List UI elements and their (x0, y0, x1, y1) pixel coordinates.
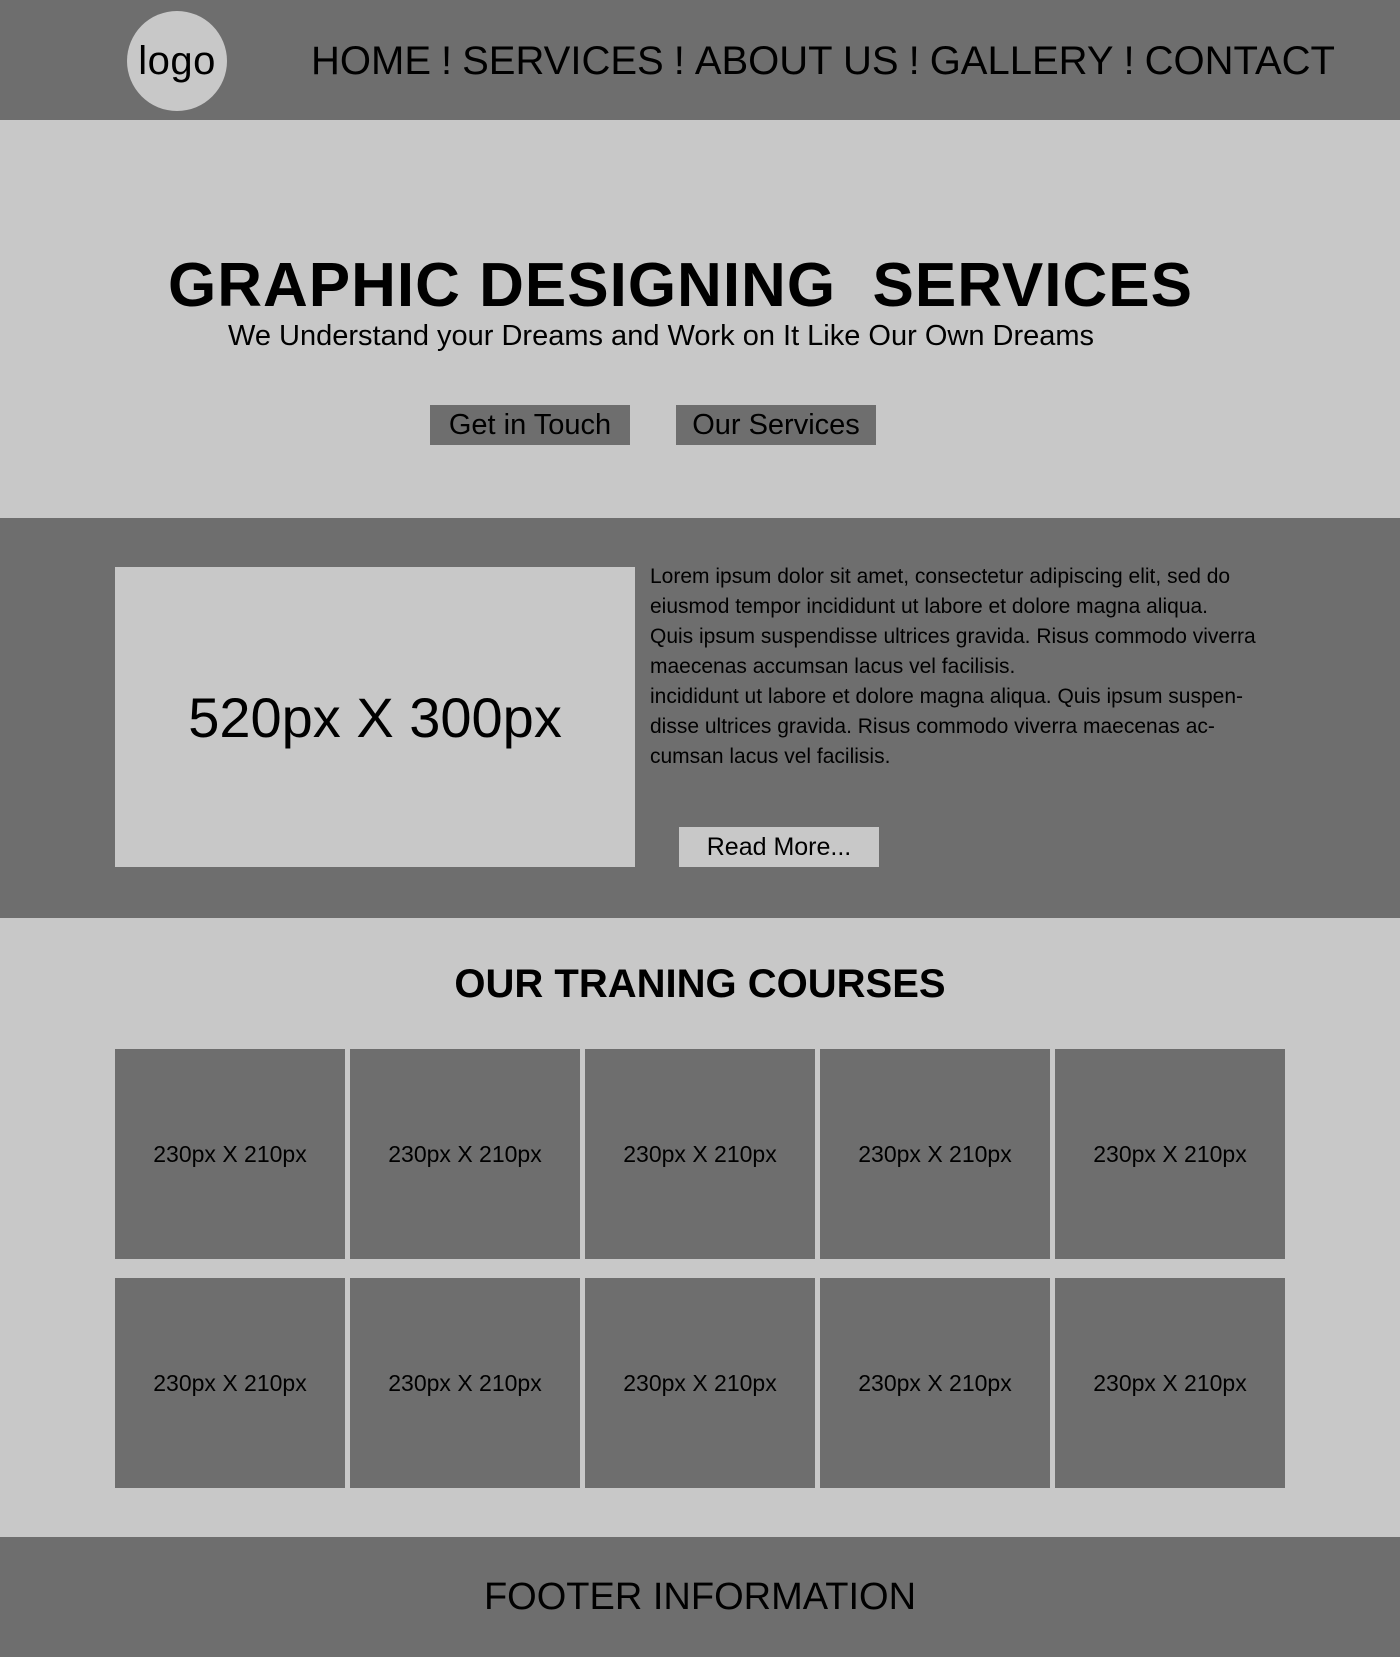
nav-contact[interactable]: CONTACT (1145, 39, 1335, 84)
main-nav: HOME ! SERVICES ! ABOUT US ! GALLERY ! C… (311, 36, 1335, 86)
course-card[interactable]: 230px X 210px (350, 1278, 580, 1488)
courses-title: OUR TRANING COURSES (454, 962, 946, 1006)
nav-separator: ! (673, 38, 685, 83)
hero-section: GRAPHIC DESIGNING SERVICES We Understand… (0, 120, 1400, 518)
courses-grid: 230px X 210px 230px X 210px 230px X 210p… (115, 1049, 1285, 1488)
nav-gallery[interactable]: GALLERY (930, 39, 1114, 84)
nav-separator: ! (441, 38, 453, 83)
course-card[interactable]: 230px X 210px (820, 1049, 1050, 1259)
read-more-button[interactable]: Read More... (679, 827, 879, 867)
course-card[interactable]: 230px X 210px (115, 1049, 345, 1259)
nav-separator: ! (908, 38, 920, 83)
course-card[interactable]: 230px X 210px (820, 1278, 1050, 1488)
nav-services[interactable]: SERVICES (462, 39, 664, 84)
about-text-line: maecenas accumsan lacus vel facilisis. (650, 655, 1016, 678)
course-card[interactable]: 230px X 210px (1055, 1278, 1285, 1488)
about-text-line: disse ultrices gravida. Risus commodo vi… (650, 715, 1215, 738)
about-text-line: eiusmod tempor incididunt ut labore et d… (650, 595, 1209, 618)
site-footer: FOOTER INFORMATION (0, 1537, 1400, 1657)
site-header: logo HOME ! SERVICES ! ABOUT US ! GALLER… (0, 0, 1400, 120)
course-card[interactable]: 230px X 210px (115, 1278, 345, 1488)
course-card[interactable]: 230px X 210px (1055, 1049, 1285, 1259)
about-text-line: Lorem ipsum dolor sit amet, consectetur … (650, 565, 1231, 588)
course-card[interactable]: 230px X 210px (350, 1049, 580, 1259)
about-text-line: Quis ipsum suspendisse ultrices gravida.… (650, 625, 1256, 648)
course-card[interactable]: 230px X 210px (585, 1049, 815, 1259)
nav-about-us[interactable]: ABOUT US (695, 39, 899, 84)
about-text-line: incididunt ut labore et dolore magna ali… (650, 685, 1244, 708)
about-image-placeholder: 520px X 300px (115, 567, 635, 867)
about-section: 520px X 300px Lorem ipsum dolor sit amet… (0, 518, 1400, 918)
hero-subtitle: We Understand your Dreams and Work on It… (228, 320, 1095, 352)
nav-home[interactable]: HOME (311, 39, 431, 84)
course-card[interactable]: 230px X 210px (585, 1278, 815, 1488)
about-paragraph: Lorem ipsum dolor sit amet, consectetur … (650, 562, 1290, 772)
hero-title: GRAPHIC DESIGNING SERVICES (168, 251, 1193, 320)
our-services-button[interactable]: Our Services (676, 405, 876, 445)
footer-text: FOOTER INFORMATION (483, 1575, 917, 1618)
nav-separator: ! (1123, 38, 1135, 83)
courses-section: OUR TRANING COURSES 230px X 210px 230px … (0, 918, 1400, 1537)
logo[interactable]: logo (127, 11, 227, 111)
get-in-touch-button[interactable]: Get in Touch (430, 405, 630, 445)
about-text-line: cumsan lacus vel facilisis. (650, 745, 891, 768)
